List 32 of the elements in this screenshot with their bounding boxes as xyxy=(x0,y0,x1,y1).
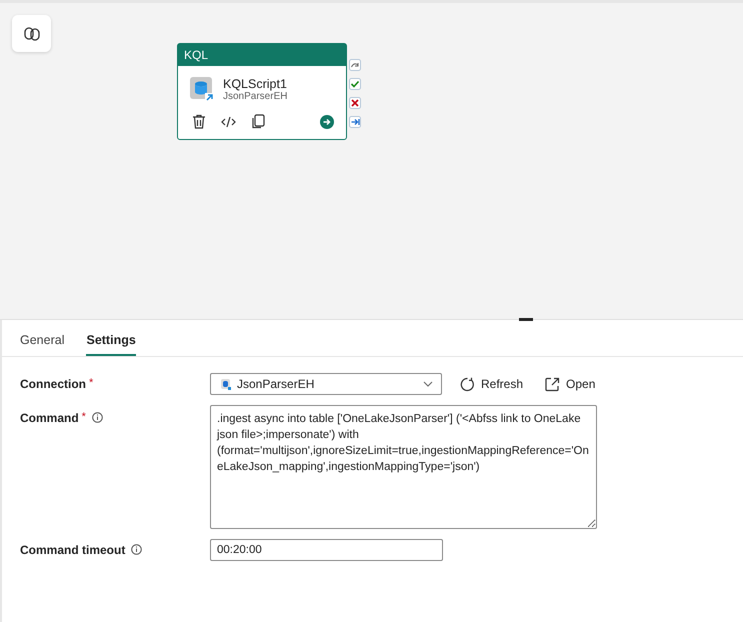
connection-dropdown[interactable]: JsonParserEH xyxy=(210,373,442,395)
delete-icon[interactable] xyxy=(192,114,206,129)
command-field[interactable]: .ingest async into table ['OneLakeJsonParser'] ('<Abfss link to OneLake json file>;impersonate') with (format='multijson',ignoreSizeLimit=true,ingestionMappingReference='OneLakeJson_mapping',ingestionMappingType='json') xyxy=(210,405,597,529)
required-mark: * xyxy=(82,411,86,423)
code-icon[interactable] xyxy=(221,116,236,128)
copy-icon[interactable] xyxy=(251,114,265,129)
fail-port-icon[interactable] xyxy=(349,97,361,109)
chevron-down-icon xyxy=(423,381,433,387)
activity-name: KQLScript1 xyxy=(223,76,288,90)
dropdown-value: JsonParserEH xyxy=(237,377,316,391)
field-label: Command xyxy=(20,411,79,425)
external-link-icon xyxy=(545,376,560,392)
info-icon xyxy=(131,544,142,555)
success-port-icon[interactable] xyxy=(349,78,361,90)
activity-connection: JsonParserEH xyxy=(223,90,288,102)
field-label: Command timeout xyxy=(20,543,126,557)
database-icon xyxy=(221,378,231,390)
refresh-icon xyxy=(460,376,475,392)
complete-port-icon[interactable] xyxy=(349,116,361,128)
tab[interactable]: General xyxy=(20,320,64,356)
refresh-button[interactable]: Refresh xyxy=(456,374,528,394)
info-icon xyxy=(92,412,103,423)
tab[interactable]: Settings xyxy=(86,320,136,356)
field-label: Connection xyxy=(20,377,86,391)
timeout-field[interactable]: 00:20:00 xyxy=(210,539,443,561)
skip-port-icon[interactable] xyxy=(349,59,361,71)
copilot-icon xyxy=(22,24,40,42)
database-icon xyxy=(189,76,215,102)
copilot-button[interactable] xyxy=(12,15,51,52)
open-button[interactable]: Open xyxy=(541,374,600,394)
activity-type: KQL xyxy=(184,48,208,62)
required-mark: * xyxy=(89,377,94,389)
